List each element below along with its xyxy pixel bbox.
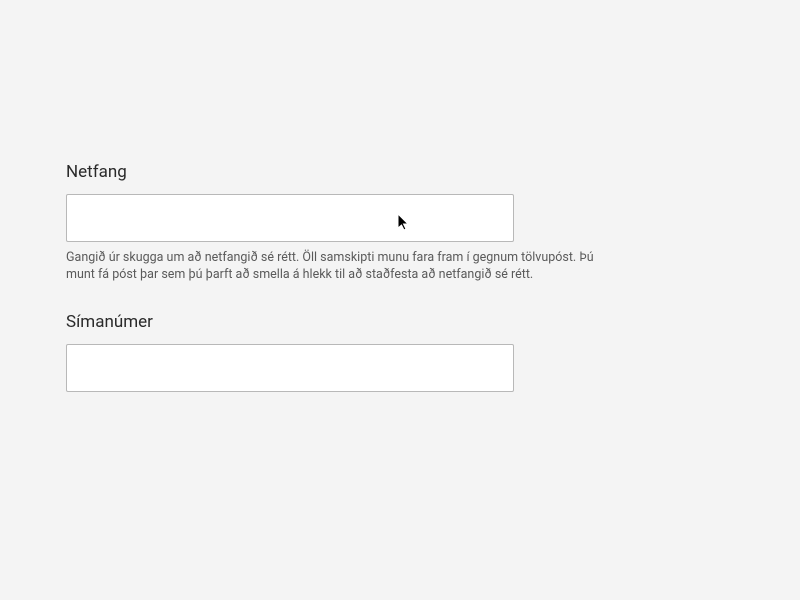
phone-field[interactable] xyxy=(66,344,514,392)
email-field[interactable] xyxy=(66,194,514,242)
email-help-text: Gangið úr skugga um að netfangið sé rétt… xyxy=(66,250,596,284)
email-label: Netfang xyxy=(66,162,734,182)
email-group: Netfang Gangið úr skugga um að netfangið… xyxy=(66,162,734,284)
phone-label: Símanúmer xyxy=(66,312,734,332)
form-container: Netfang Gangið úr skugga um að netfangið… xyxy=(0,0,800,392)
phone-group: Símanúmer xyxy=(66,312,734,392)
